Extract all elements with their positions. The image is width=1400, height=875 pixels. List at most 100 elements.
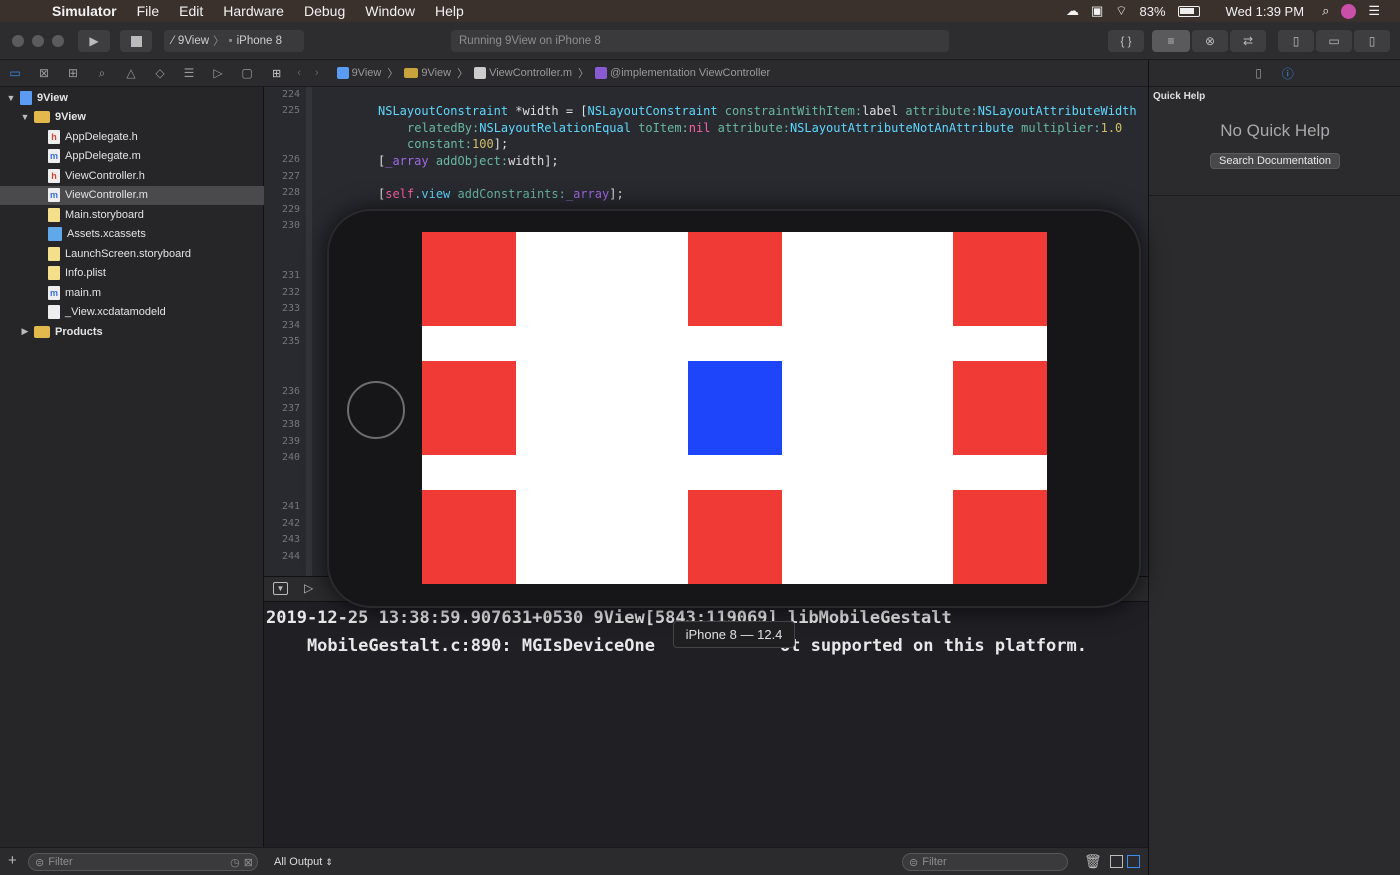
navigator-item[interactable]: m AppDelegate.m bbox=[0, 147, 264, 166]
add-icon[interactable]: + bbox=[8, 852, 17, 869]
folder-icon bbox=[34, 325, 50, 338]
jump-crumb-symbol[interactable]: @implementation ViewController bbox=[595, 67, 770, 80]
grid-view-red bbox=[422, 361, 516, 455]
report-navigator-icon[interactable]: ▢ bbox=[238, 66, 256, 80]
line-number: 225 bbox=[281, 105, 300, 116]
toggle-inspector-button[interactable]: ▯ bbox=[1354, 30, 1390, 52]
breakpoint-navigator-icon[interactable]: ▷ bbox=[209, 66, 227, 80]
toggle-navigator-button[interactable]: ▯ bbox=[1278, 30, 1314, 52]
scm-filter-icon[interactable]: ⊠ bbox=[244, 856, 253, 869]
code-line-225b[interactable]: relatedBy:NSLayoutRelationEqual toItem:n… bbox=[407, 121, 1122, 135]
source-control-icon[interactable]: ⊠ bbox=[35, 66, 53, 80]
navigator-item[interactable]: ▼ 9View bbox=[0, 88, 264, 107]
menu-hardware[interactable]: Hardware bbox=[213, 3, 294, 19]
navigator-item[interactable]: m main.m bbox=[0, 283, 264, 302]
disclosure-triangle-icon[interactable]: ▼ bbox=[20, 112, 30, 122]
run-button[interactable]: ▶ bbox=[78, 30, 110, 52]
find-navigator-icon[interactable]: ⌕ bbox=[93, 66, 111, 81]
menu-help[interactable]: Help bbox=[425, 3, 474, 19]
navigator-item[interactable]: LaunchScreen.storyboard bbox=[0, 244, 264, 263]
jump-crumb-project[interactable]: 9View bbox=[336, 67, 381, 80]
folder-icon bbox=[34, 111, 50, 123]
siri-icon[interactable] bbox=[1341, 3, 1357, 19]
minimize-window-button[interactable] bbox=[32, 35, 44, 47]
code-line-228[interactable]: [self.view addConstraints:_array]; bbox=[378, 187, 624, 201]
navigator-item[interactable]: _View.xcdatamodeld bbox=[0, 303, 264, 322]
breakpoints-toggle-icon[interactable]: ▷ bbox=[304, 581, 313, 595]
navigator-item[interactable]: m ViewController.m bbox=[0, 185, 264, 205]
navigator-item[interactable]: ▼ 9View bbox=[0, 108, 264, 127]
close-window-button[interactable] bbox=[12, 35, 24, 47]
code-line-226[interactable]: [_array addObject:width]; bbox=[378, 154, 559, 168]
project-navigator-icon[interactable]: ▭ bbox=[6, 66, 24, 80]
menu-debug[interactable]: Debug bbox=[294, 3, 355, 19]
forward-icon[interactable]: › bbox=[315, 67, 319, 79]
back-icon[interactable]: ‹ bbox=[297, 67, 301, 79]
recent-files-icon[interactable]: ◷ bbox=[230, 856, 240, 869]
output-selector[interactable]: All Output ⇕ bbox=[274, 856, 333, 868]
navigator-item-label: ViewController.h bbox=[65, 169, 145, 182]
test-navigator-icon[interactable]: ◇ bbox=[151, 66, 169, 80]
notification-center-icon[interactable]: ☰ bbox=[1368, 3, 1380, 19]
standard-editor-button[interactable]: ≡ bbox=[1152, 30, 1190, 52]
scheme-selector[interactable]: ⁄ 9View 〉 ▪ iPhone 8 bbox=[164, 30, 304, 52]
creative-cloud-icon[interactable]: ☁ bbox=[1066, 3, 1079, 19]
line-number: 241 bbox=[281, 501, 300, 512]
disclosure-triangle-icon[interactable]: ▶ bbox=[20, 326, 30, 337]
console-view-icon[interactable] bbox=[1127, 855, 1140, 868]
chevron-right-icon: 〉 bbox=[213, 36, 225, 48]
code-token: constant: bbox=[407, 137, 473, 151]
file-inspector-icon[interactable]: ▯ bbox=[1255, 66, 1262, 80]
code-token: attribute: bbox=[710, 121, 790, 135]
spotlight-icon[interactable]: ⌕ bbox=[1322, 3, 1329, 19]
code-token: ]; bbox=[493, 137, 509, 151]
debug-navigator-icon[interactable]: ☰ bbox=[180, 66, 198, 80]
variables-view-icon[interactable] bbox=[1110, 855, 1123, 868]
line-number: 227 bbox=[281, 171, 300, 182]
navigator-item[interactable]: ▶ Products bbox=[0, 322, 264, 341]
navigator-item[interactable]: Assets.xcassets bbox=[0, 225, 264, 244]
menu-file[interactable]: File bbox=[127, 3, 170, 19]
device-screen[interactable] bbox=[422, 232, 1047, 584]
assistant-editor-button[interactable]: ⊗ bbox=[1192, 30, 1228, 52]
jump-crumb-file[interactable]: ViewController.m bbox=[474, 67, 572, 80]
library-button[interactable]: { } bbox=[1108, 30, 1144, 52]
assets-icon bbox=[48, 227, 62, 241]
wifi-icon[interactable]: ⌔ bbox=[1115, 3, 1127, 19]
navigator-item[interactable]: Main.storyboard bbox=[0, 205, 264, 224]
storyboard-icon bbox=[48, 207, 60, 222]
navigator-item[interactable]: h ViewController.h bbox=[0, 166, 264, 185]
menu-edit[interactable]: Edit bbox=[169, 3, 213, 19]
trash-icon[interactable]: 🗑 bbox=[1084, 853, 1102, 870]
navigator-filter-field[interactable]: ⊜ Filter ◷ ⊠ bbox=[28, 853, 258, 871]
jump-crumb-group[interactable]: 9View bbox=[404, 67, 451, 79]
zoom-window-button[interactable] bbox=[52, 35, 64, 47]
hide-debug-area-icon[interactable]: ▼ bbox=[273, 582, 288, 595]
toggle-debug-area-button[interactable]: ▭ bbox=[1316, 30, 1352, 52]
grid-view-red bbox=[687, 490, 782, 584]
grid-view-red bbox=[953, 361, 1047, 455]
battery-icon[interactable] bbox=[1177, 5, 1200, 17]
navigator-item[interactable]: Info.plist bbox=[0, 264, 264, 283]
search-documentation-button[interactable]: Search Documentation bbox=[1210, 153, 1340, 169]
menu-app-name[interactable]: Simulator bbox=[46, 3, 127, 19]
code-line-225c[interactable]: constant:100]; bbox=[407, 137, 508, 151]
issue-navigator-icon[interactable]: △ bbox=[122, 66, 140, 80]
clock[interactable]: Wed 1:39 PM bbox=[1226, 4, 1305, 19]
navigator-item-label: 9View bbox=[37, 91, 68, 104]
related-items-icon[interactable]: ⊞ bbox=[272, 67, 281, 80]
jump-bar: ⊞ ‹ › 9View 〉 9View 〉 ViewController.m 〉… bbox=[264, 60, 1148, 87]
console-filter-field[interactable]: ⊜ Filter bbox=[902, 853, 1068, 871]
quick-help-icon[interactable]: ⓘ bbox=[1282, 65, 1294, 82]
navigator-item[interactable]: h AppDelegate.h bbox=[0, 127, 264, 146]
menu-window[interactable]: Window bbox=[355, 3, 425, 19]
home-button[interactable] bbox=[347, 381, 405, 439]
code-line-225a[interactable]: NSLayoutConstraint *width = [NSLayoutCon… bbox=[378, 104, 1137, 118]
version-editor-button[interactable]: ⇄ bbox=[1230, 30, 1266, 52]
istat-icon[interactable]: ▣ bbox=[1091, 3, 1103, 19]
stop-button[interactable] bbox=[120, 30, 152, 52]
symbol-navigator-icon[interactable]: ⊞ bbox=[64, 66, 82, 80]
iphone-simulator-window bbox=[327, 209, 1141, 608]
grid-view-red bbox=[422, 490, 516, 584]
disclosure-triangle-icon[interactable]: ▼ bbox=[6, 93, 16, 103]
